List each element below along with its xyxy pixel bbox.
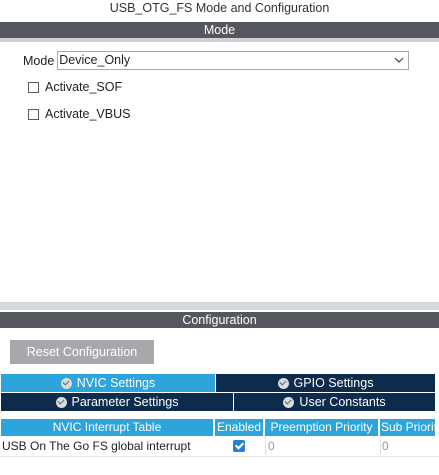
chevron-down-icon (394, 57, 404, 63)
mode-select-value: Device_Only (59, 53, 131, 67)
activate-vbus-label: Activate_VBUS (45, 107, 131, 121)
column-header-preemption-priority[interactable]: Preemption Priority (265, 419, 378, 436)
tab-label: NVIC Settings (76, 376, 156, 390)
tab-label: Parameter Settings (71, 395, 179, 409)
section-divider (0, 38, 439, 42)
mode-label: Mode (23, 53, 55, 68)
column-header-enabled[interactable]: Enabled (215, 419, 263, 436)
tab-label: GPIO Settings (293, 376, 374, 390)
activate-sof-checkbox[interactable]: Activate_SOF (28, 79, 122, 95)
reset-configuration-button[interactable]: Reset Configuration (10, 340, 154, 364)
activate-sof-label: Activate_SOF (45, 80, 123, 94)
mode-select[interactable]: Device_Only (57, 51, 410, 70)
splitter-handle[interactable] (0, 302, 439, 310)
window-title: USB_OTG_FS Mode and Configuration (109, 1, 330, 15)
activate-vbus-checkbox[interactable]: Activate_VBUS (28, 106, 130, 122)
tab-user-constants[interactable]: User Constants (234, 393, 435, 411)
tab-label: User Constants (299, 395, 386, 409)
enabled-checkbox[interactable] (233, 440, 245, 452)
enabled-cell[interactable] (215, 437, 263, 455)
tab-gpio-settings[interactable]: GPIO Settings (216, 374, 435, 392)
checkbox-box[interactable] (28, 81, 39, 93)
configuration-section-header: Configuration (0, 312, 439, 328)
mode-section-header: Mode (0, 22, 439, 38)
check-circle-icon (277, 377, 289, 389)
tab-nvic-settings[interactable]: NVIC Settings (1, 374, 215, 392)
row-divider (0, 456, 439, 457)
column-header-nvic-interrupt-table[interactable]: NVIC Interrupt Table (1, 419, 213, 436)
check-circle-icon (283, 396, 295, 408)
column-header-sub-priority[interactable]: Sub Priority (380, 419, 435, 436)
interrupt-name-cell: USB On The Go FS global interrupt (2, 439, 191, 453)
check-circle-icon (55, 396, 67, 408)
checkbox-box[interactable] (28, 108, 39, 120)
preemption-priority-cell[interactable]: 0 (265, 437, 378, 455)
sub-priority-cell[interactable]: 0 (380, 437, 435, 455)
tab-parameter-settings[interactable]: Parameter Settings (1, 393, 233, 411)
check-circle-icon (60, 377, 72, 389)
mode-row: Mode Device_Only (23, 51, 410, 70)
